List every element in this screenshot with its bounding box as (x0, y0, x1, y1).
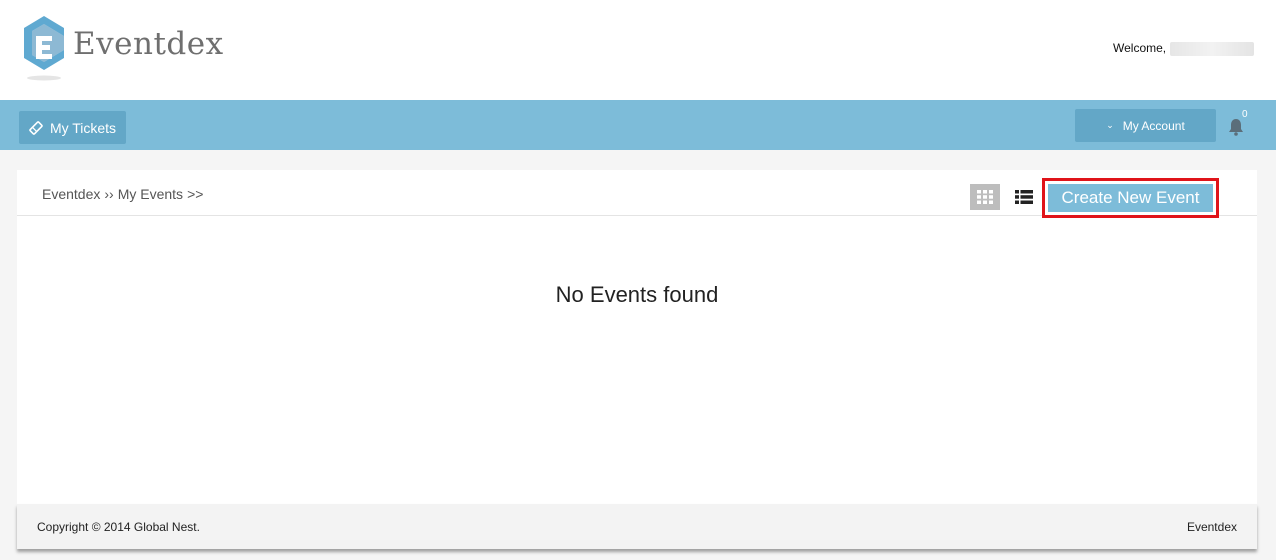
empty-state-message: No Events found (555, 282, 719, 307)
copyright-text: Copyright © 2014 Global Nest. (37, 520, 200, 534)
events-panel: Eventdex ›› My Events >> Create New Even… (17, 170, 1257, 504)
eventdex-logo-icon[interactable] (20, 14, 68, 82)
list-view-icon (1015, 190, 1033, 204)
breadcrumb-separator-trailing: >> (187, 186, 204, 202)
main-navbar: My Tickets ⌄ My Account (0, 100, 1276, 150)
list-view-button[interactable] (1012, 184, 1036, 210)
my-account-button[interactable]: ⌄ My Account (1075, 109, 1216, 142)
chevron-down-icon: ⌄ (1106, 120, 1114, 130)
my-tickets-label: My Tickets (49, 119, 117, 136)
create-event-highlight: Create New Event (1042, 178, 1219, 218)
footer-brand: Eventdex (1186, 520, 1237, 534)
events-panel-header: Eventdex ›› My Events >> Create New Even… (17, 170, 1257, 218)
bell-icon[interactable] (1228, 118, 1244, 136)
grid-view-icon (977, 190, 993, 204)
create-new-event-button[interactable]: Create New Event (1048, 184, 1213, 212)
welcome-label: Welcome, (1113, 41, 1167, 55)
breadcrumb: Eventdex ›› My Events >> (42, 186, 203, 202)
grid-view-button[interactable] (970, 184, 1000, 210)
breadcrumb-root[interactable]: Eventdex (42, 186, 100, 202)
my-account-label: My Account (1122, 118, 1185, 133)
breadcrumb-separator: ›› (104, 186, 114, 202)
brand-name: Eventdex (73, 26, 224, 62)
my-tickets-button[interactable]: My Tickets (19, 111, 126, 144)
page-header: Eventdex Welcome, (0, 0, 1276, 100)
breadcrumb-current[interactable]: My Events (118, 186, 183, 202)
notification-count: 0 (1242, 109, 1248, 120)
page-footer: Copyright © 2014 Global Nest. Eventdex (17, 504, 1257, 549)
ticket-icon (29, 120, 43, 135)
user-name-redacted (1170, 42, 1254, 56)
